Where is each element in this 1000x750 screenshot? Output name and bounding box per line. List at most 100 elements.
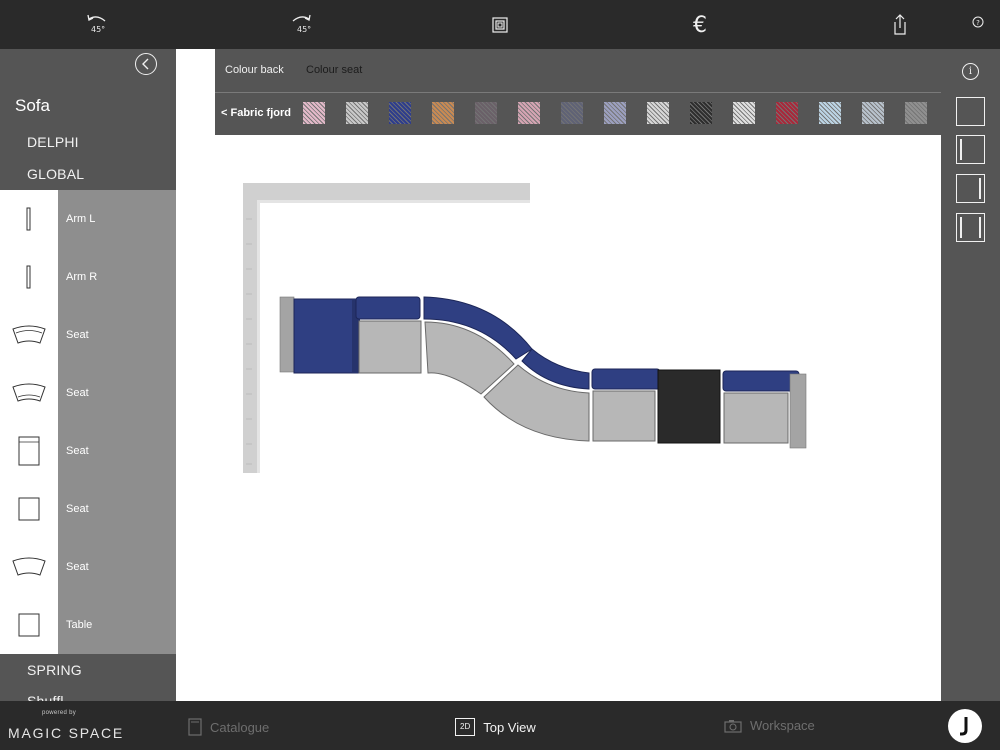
top-view-canvas[interactable] [176, 49, 941, 701]
fabric-swatch[interactable] [346, 102, 368, 124]
sofa-seat-straight-2[interactable] [591, 368, 661, 442]
duplicate-button[interactable] [483, 8, 517, 42]
bottom-tab-bar: powered by MAGIC SPACE Catalogue 2D Top … [0, 701, 1000, 750]
view-option-bar [960, 217, 962, 238]
view-option-both[interactable] [956, 213, 985, 242]
fabric-swatch[interactable] [733, 102, 755, 124]
fabric-swatch[interactable] [432, 102, 454, 124]
product-item-label: Arm R [66, 271, 98, 283]
help-button[interactable]: ? [961, 8, 995, 42]
app-window: 45° 45° € ? Sofa DELPHI GLOBAL Arm L Arm… [0, 0, 1000, 750]
fabric-swatch[interactable] [604, 102, 626, 124]
product-item-seat-back[interactable]: Seat [0, 422, 176, 480]
sofa-seat-corner[interactable] [293, 298, 360, 374]
view-option-none[interactable] [956, 97, 985, 126]
divider [215, 92, 941, 93]
tab-label: Top View [483, 719, 536, 735]
tab-label: Catalogue [210, 719, 270, 735]
category-delphi[interactable]: DELPHI [27, 134, 79, 150]
tab-colour-back[interactable]: Colour back [225, 64, 284, 76]
camera-icon [724, 719, 742, 733]
product-item-label: Arm L [66, 213, 96, 225]
square-seat-icon [0, 480, 58, 538]
share-button[interactable] [883, 8, 917, 42]
rotate-right-label: 45° [297, 25, 312, 34]
fabric-swatch[interactable] [303, 102, 325, 124]
tab-label: Workspace [750, 718, 815, 733]
sofa-arm-left[interactable] [279, 296, 295, 373]
sidebar-title: Sofa [15, 96, 50, 115]
catalogue-icon [188, 718, 202, 736]
sofa-seat-straight-3[interactable] [722, 370, 800, 444]
fabric-panel: Colour back Colour seat < Fabric fjord [215, 49, 941, 135]
price-button[interactable]: € [683, 8, 717, 42]
help-icon: ? [972, 16, 984, 28]
view-option-bar [979, 178, 981, 199]
fabric-swatch[interactable] [819, 102, 841, 124]
product-item-seat-curved-1[interactable]: Seat [0, 306, 176, 364]
product-item-label: Seat [66, 561, 89, 573]
product-item-table[interactable]: Table [0, 596, 176, 654]
tab-catalogue[interactable]: Catalogue [188, 718, 269, 736]
share-icon [894, 14, 906, 35]
duplicate-icon [492, 17, 508, 33]
euro-icon: € [693, 12, 707, 38]
product-item-arm-l[interactable]: Arm L [0, 190, 176, 248]
rotate-left-button[interactable]: 45° [80, 8, 114, 42]
magic-space-logo: MAGIC SPACE [8, 725, 125, 741]
chevron-left-icon [142, 58, 149, 70]
rotate-right-button[interactable]: 45° [284, 8, 318, 42]
curved-seat-icon [0, 306, 58, 364]
arm-l-icon [0, 190, 58, 248]
product-item-arm-r[interactable]: Arm R [0, 248, 176, 306]
curved-seat-icon [0, 364, 58, 422]
brand-logo-icon [960, 717, 968, 736]
product-item-label: Seat [66, 329, 89, 341]
fabric-swatch[interactable] [518, 102, 540, 124]
product-item-label: Seat [66, 445, 89, 457]
curved-seat-icon [0, 538, 58, 596]
fabric-swatch[interactable] [776, 102, 798, 124]
view-option-bar [979, 217, 981, 238]
colour-tabs: Colour back Colour seat [215, 49, 941, 92]
back-button[interactable] [135, 53, 157, 75]
info-icon[interactable]: i [962, 63, 979, 80]
top-toolbar: 45° 45° € ? [0, 0, 1000, 49]
2d-icon: 2D [455, 718, 476, 736]
sofa-seat-straight-1[interactable] [355, 296, 422, 374]
product-list: Arm L Arm R Seat Seat Seat Seat Seat Tab… [0, 190, 176, 654]
category-shuffl[interactable]: Shuffl [27, 693, 64, 701]
tab-workspace[interactable]: Workspace [724, 718, 815, 733]
tab-colour-seat[interactable]: Colour seat [306, 64, 362, 76]
product-item-seat-curved-3[interactable]: Seat [0, 538, 176, 596]
fabric-swatch[interactable] [690, 102, 712, 124]
category-spring[interactable]: SPRING [27, 662, 82, 678]
product-item-label: Seat [66, 387, 89, 399]
product-item-seat-curved-2[interactable]: Seat [0, 364, 176, 422]
rotate-left-label: 45° [91, 25, 106, 34]
fabric-swatch[interactable] [475, 102, 497, 124]
product-item-seat-square[interactable]: Seat [0, 480, 176, 538]
seat-back-icon [0, 422, 58, 480]
product-item-label: Seat [66, 503, 89, 515]
arm-r-icon [0, 248, 58, 306]
category-global[interactable]: GLOBAL [27, 166, 84, 182]
fabric-swatch[interactable] [862, 102, 884, 124]
view-option-right[interactable] [956, 174, 985, 203]
powered-by-label: powered by [42, 710, 77, 716]
view-options-panel: i [941, 49, 1000, 701]
sofa-arm-right[interactable] [789, 373, 807, 449]
product-item-label: Table [66, 619, 93, 631]
table-icon [0, 596, 58, 654]
fabric-back-link[interactable]: < Fabric fjord [221, 107, 291, 119]
fabric-swatch[interactable] [561, 102, 583, 124]
sofa-layout-drawing[interactable] [176, 49, 941, 701]
tab-top-view[interactable]: 2D Top View [455, 718, 536, 736]
view-option-left[interactable] [956, 135, 985, 164]
sofa-table[interactable] [657, 369, 721, 444]
fabric-swatch[interactable] [647, 102, 669, 124]
view-option-bar [960, 139, 962, 160]
fabric-swatch[interactable] [389, 102, 411, 124]
brand-logo-button[interactable] [948, 709, 982, 743]
fabric-swatch[interactable] [905, 102, 927, 124]
